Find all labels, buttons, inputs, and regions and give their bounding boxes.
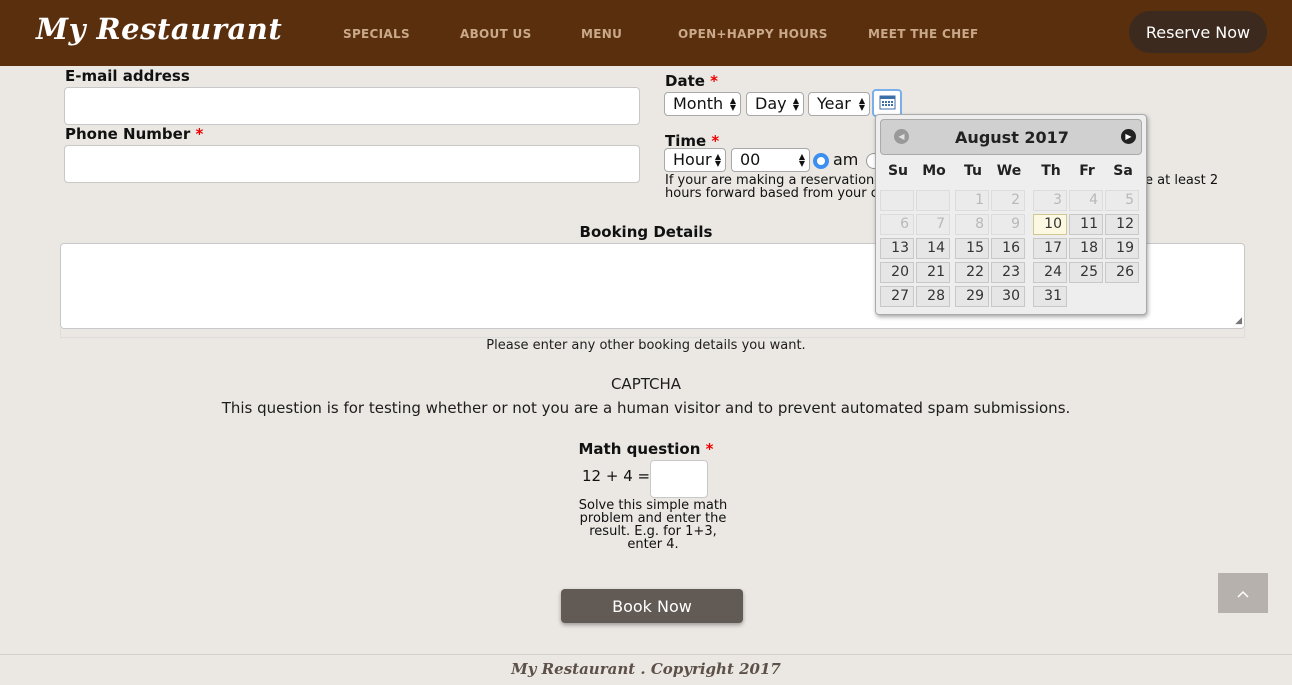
datepicker-day-16[interactable]: 16 [991, 238, 1025, 259]
nav-item-meet-the-chef[interactable]: MEET THE CHEF [868, 27, 978, 41]
time-hint-line1-right: e at least 2 [1145, 173, 1219, 188]
datepicker-day-7: 7 [916, 214, 950, 235]
calendar-icon[interactable] [872, 89, 902, 117]
weekday-header: Mo [922, 163, 946, 179]
datepicker-day-25[interactable]: 25 [1069, 262, 1103, 283]
phone-field[interactable] [64, 145, 640, 183]
time-hint-line2: hours forward based from your c [665, 186, 878, 201]
nav-item-menu[interactable]: MENU [581, 27, 622, 41]
datepicker-day-23[interactable]: 23 [991, 262, 1025, 283]
weekday-header: Sa [1113, 163, 1133, 179]
date-label: Date * [665, 72, 719, 90]
hour-select[interactable]: Hour ▲ ▼ [664, 148, 726, 172]
chevron-up-icon [1237, 584, 1249, 602]
datepicker-day-3: 3 [1033, 190, 1067, 211]
nav-item-about-us[interactable]: ABOUT US [460, 27, 532, 41]
datepicker-day-18[interactable]: 18 [1069, 238, 1103, 259]
weekday-header: We [996, 163, 1022, 179]
datepicker-day-5: 5 [1105, 190, 1139, 211]
nav-item-specials[interactable]: SPECIALS [343, 27, 410, 41]
datepicker-day-20[interactable]: 20 [880, 262, 914, 283]
datepicker-day-19[interactable]: 19 [1105, 238, 1139, 259]
datepicker-day-31[interactable]: 31 [1033, 286, 1067, 307]
email-label: E-mail address [65, 67, 190, 85]
datepicker-day-4: 4 [1069, 190, 1103, 211]
datepicker-day-10[interactable]: 10 [1033, 214, 1067, 235]
datepicker-day-1: 1 [955, 190, 989, 211]
captcha-description: This question is for testing whether or … [221, 399, 1071, 417]
datepicker-day-21[interactable]: 21 [916, 262, 950, 283]
math-question-label: Math question * [578, 440, 714, 458]
datepicker-day-29[interactable]: 29 [955, 286, 989, 307]
datepicker-day-2: 2 [991, 190, 1025, 211]
weekday-header: Su [887, 163, 909, 179]
datepicker-day-28[interactable]: 28 [916, 286, 950, 307]
datepicker-day-8: 8 [955, 214, 989, 235]
datepicker-day-30[interactable]: 30 [991, 286, 1025, 307]
minute-select[interactable]: 00 ▲ ▼ [731, 148, 810, 172]
datepicker-day-24[interactable]: 24 [1033, 262, 1067, 283]
datepicker-day-11[interactable]: 11 [1069, 214, 1103, 235]
booking-details-help: Please enter any other booking details y… [486, 338, 806, 353]
datepicker-day-12[interactable]: 12 [1105, 214, 1139, 235]
book-now-button[interactable]: Book Now [561, 589, 743, 623]
footer-divider [0, 654, 1292, 655]
year-select[interactable]: Year ▲ ▼ [808, 92, 870, 116]
weekday-header: Fr [1079, 163, 1095, 179]
datepicker-day-14[interactable]: 14 [916, 238, 950, 259]
footer-copyright: My Restaurant . Copyright 2017 [511, 660, 781, 678]
textarea-underline [60, 328, 1245, 338]
datepicker-day-empty [916, 190, 950, 211]
day-select[interactable]: Day ▲ ▼ [746, 92, 804, 116]
datepicker-day-13[interactable]: 13 [880, 238, 914, 259]
datepicker-day-9: 9 [991, 214, 1025, 235]
datepicker-day-26[interactable]: 26 [1105, 262, 1139, 283]
datepicker-day-17[interactable]: 17 [1033, 238, 1067, 259]
am-label: am [833, 150, 859, 169]
phone-label: Phone Number * [65, 125, 204, 143]
datepicker-header: ◀ August 2017 ▶ [880, 119, 1142, 155]
math-help-text: Solve this simple math problem and enter… [578, 498, 728, 552]
site-header: My Restaurant SPECIALS ABOUT US MENU OPE… [0, 0, 1292, 66]
math-answer-field[interactable] [650, 460, 708, 498]
month-select[interactable]: Month ▲ ▼ [664, 92, 741, 116]
resize-handle-icon[interactable]: ◢ [1235, 316, 1242, 326]
email-field[interactable] [64, 87, 640, 125]
datepicker-day-27[interactable]: 27 [880, 286, 914, 307]
scroll-to-top-button[interactable] [1218, 573, 1268, 613]
weekday-header: Th [1041, 163, 1061, 179]
weekday-header: Tu [964, 163, 982, 179]
site-logo[interactable]: My Restaurant [36, 12, 282, 46]
chevron-right-icon[interactable]: ▶ [1121, 129, 1136, 144]
datepicker-day-6: 6 [880, 214, 914, 235]
datepicker-day-15[interactable]: 15 [955, 238, 989, 259]
am-radio[interactable] [813, 153, 829, 169]
nav-item-open-happy-hours[interactable]: OPEN+HAPPY HOURS [678, 27, 828, 41]
datepicker-title: August 2017 [955, 128, 1069, 147]
math-question-text: 12 + 4 = [582, 467, 651, 485]
captcha-title: CAPTCHA [610, 375, 682, 393]
datepicker-day-22[interactable]: 22 [955, 262, 989, 283]
reserve-now-button[interactable]: Reserve Now [1129, 11, 1267, 53]
datepicker-popup: ◀ August 2017 ▶ Su Mo Tu We Th Fr Sa 123456789… [875, 114, 1147, 315]
datepicker-day-empty [880, 190, 914, 211]
